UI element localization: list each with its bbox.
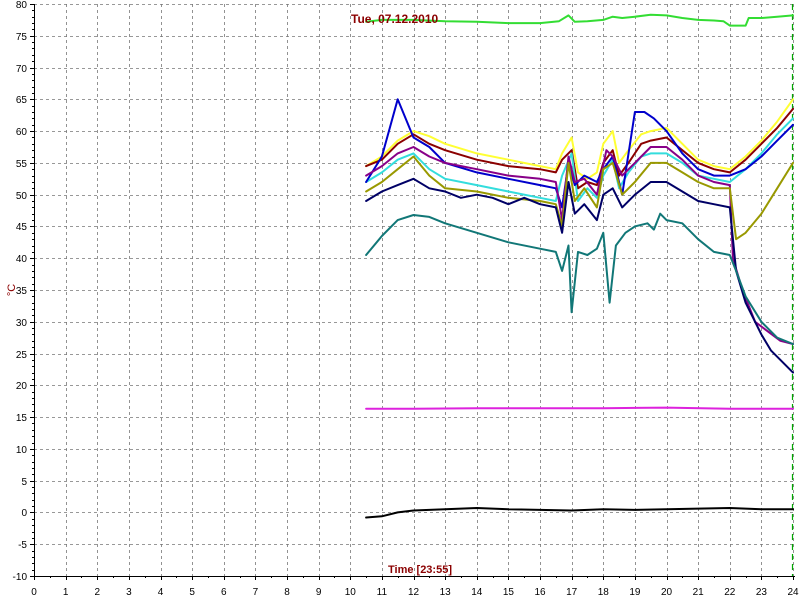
x-tick-label: 24	[787, 587, 799, 598]
x-tick-label: 11	[377, 587, 388, 598]
x-tick-label: 12	[408, 587, 420, 598]
y-tick-label: -10	[13, 572, 28, 583]
x-tick-label: 10	[345, 587, 357, 598]
x-tick-label: 18	[598, 587, 610, 598]
temperature-chart: 0 1 2 3 4 5 6 7 8 9 10 11 12 13 14 15 16 17 18 19 20 21 22 23 24…	[0, 0, 800, 600]
y-tick-label: 55	[16, 159, 28, 170]
y-tick-label: 40	[16, 254, 28, 265]
x-tick-label: 15	[503, 587, 515, 598]
chart-title: Tue, 07.12.2010	[351, 12, 438, 26]
y-tick-label: 15	[16, 413, 28, 424]
y-tick-label: 5	[21, 477, 27, 488]
x-tick-label: 13	[440, 587, 452, 598]
x-tick-label: 2	[94, 587, 100, 598]
x-axis-label: Time [23:55]	[388, 564, 452, 576]
x-tick-label: 21	[693, 587, 705, 598]
x-tick-label: 19	[629, 587, 641, 598]
y-tick-label: 10	[16, 445, 28, 456]
y-tick-label: 50	[16, 191, 28, 202]
x-tick-label: 23	[756, 587, 768, 598]
x-tick-label: 9	[316, 587, 322, 598]
x-tick-label: 7	[253, 587, 259, 598]
y-tick-label: 75	[16, 32, 28, 43]
x-tick-label: 16	[534, 587, 546, 598]
y-tick-label: 45	[16, 222, 28, 233]
y-tick-label: -5	[18, 540, 27, 551]
x-tick-label: 1	[63, 587, 69, 598]
x-tick-label: 14	[471, 587, 483, 598]
x-tick-label: 5	[189, 587, 195, 598]
x-tick-label: 0	[31, 587, 37, 598]
y-tick-label: 70	[16, 64, 28, 75]
x-tick-label: 6	[221, 587, 227, 598]
y-tick-label: 0	[21, 508, 27, 519]
x-tick-label: 4	[158, 587, 164, 598]
y-tick-label: 20	[16, 381, 28, 392]
x-tick-label: 22	[724, 587, 736, 598]
y-tick-label: 65	[16, 95, 28, 106]
y-tick-label: 80	[16, 0, 28, 11]
y-tick-label: 25	[16, 350, 28, 361]
x-tick-label: 3	[126, 587, 132, 598]
y-tick-label: 30	[16, 318, 28, 329]
y-axis-label: °C	[6, 284, 18, 296]
y-tick-label: 60	[16, 127, 28, 138]
x-tick-label: 20	[661, 587, 673, 598]
x-tick-label: 17	[566, 587, 578, 598]
x-tick-label: 8	[284, 587, 290, 598]
